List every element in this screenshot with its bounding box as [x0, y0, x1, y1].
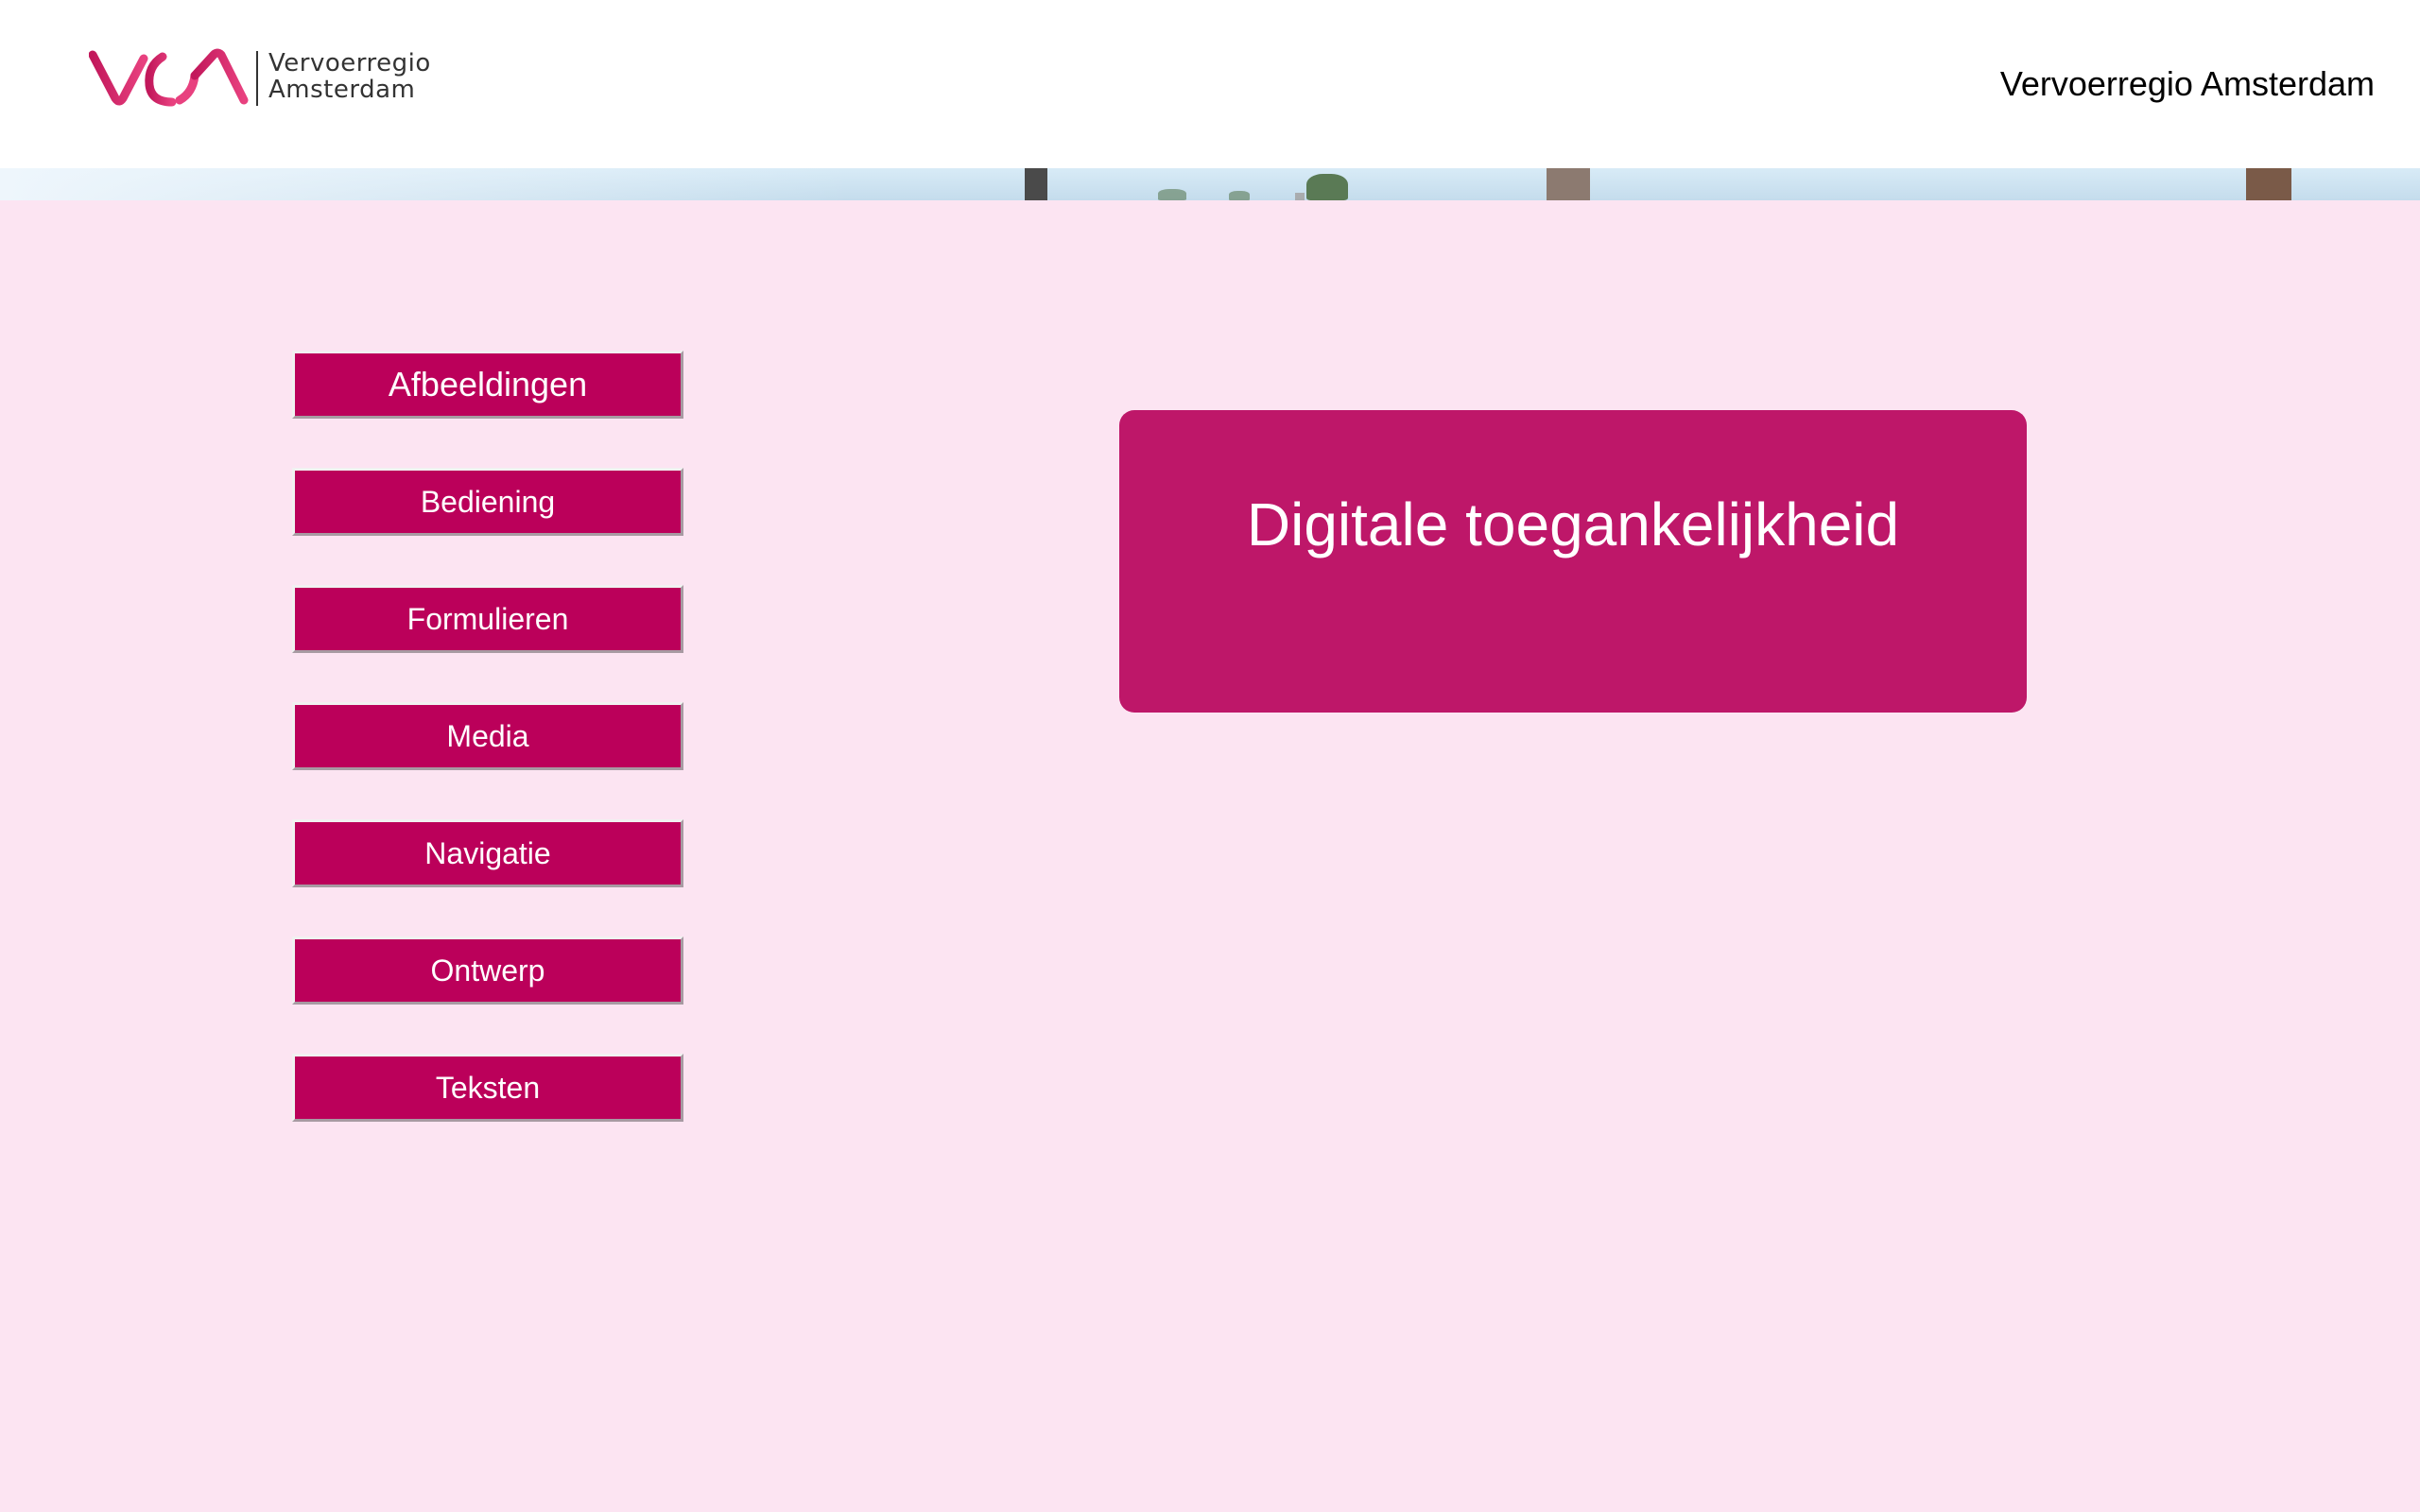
header-title: Vervoerregio Amsterdam: [1999, 64, 2375, 103]
vra-logo-mark-icon: [88, 48, 249, 107]
logo-line-2: Amsterdam: [268, 76, 416, 104]
nav-button-teksten[interactable]: Teksten: [292, 1054, 683, 1122]
hero-banner-image: [0, 168, 2420, 200]
banner-tree: [1306, 174, 1348, 200]
nav-button-afbeeldingen[interactable]: Afbeeldingen: [292, 351, 683, 419]
nav-button-media[interactable]: Media: [292, 702, 683, 770]
topic-navigation: Afbeeldingen Bediening Formulieren Media…: [292, 351, 683, 1171]
logo-line-1: Vervoerregio: [268, 49, 431, 77]
nav-button-navigatie[interactable]: Navigatie: [292, 819, 683, 887]
nav-button-ontwerp[interactable]: Ontwerp: [292, 936, 683, 1005]
banner-tree: [1158, 189, 1186, 200]
banner-tree: [1229, 191, 1250, 200]
nav-button-formulieren[interactable]: Formulieren: [292, 585, 683, 653]
logo-divider: [256, 51, 258, 106]
banner-tower: [2246, 168, 2291, 200]
nav-button-bediening[interactable]: Bediening: [292, 468, 683, 536]
banner-post: [1025, 168, 1047, 200]
banner-tower: [1547, 168, 1590, 200]
vra-logo[interactable]: Vervoerregio Amsterdam: [88, 47, 439, 113]
banner-tower: [1295, 193, 1305, 200]
logo-wordmark: Vervoerregio Amsterdam: [268, 50, 431, 103]
title-panel: Digitale toegankelijkheid: [1119, 410, 2027, 713]
page-title: Digitale toegankelijkheid: [1246, 490, 1900, 558]
site-header: Vervoerregio Amsterdam Vervoerregio Amst…: [0, 0, 2420, 168]
